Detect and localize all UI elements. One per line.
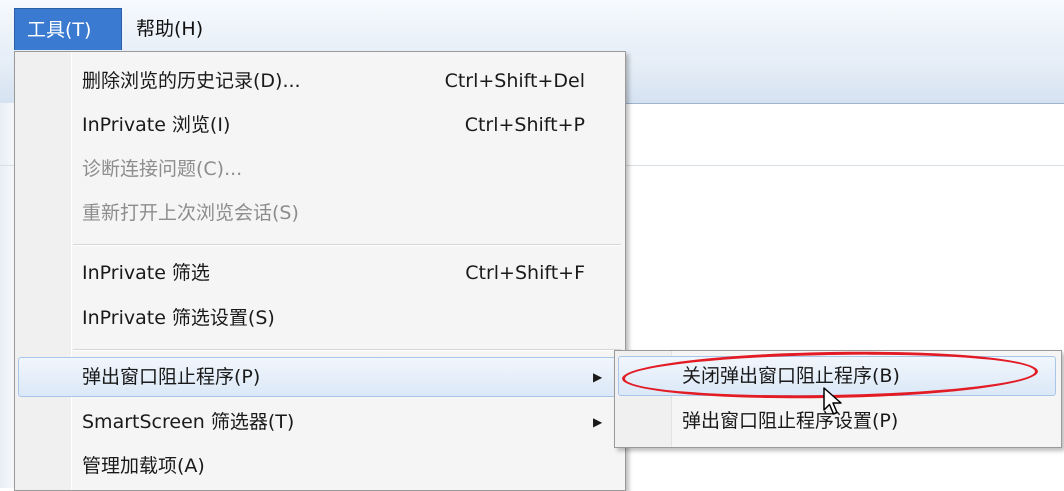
menu-item-inprivate-filtering[interactable]: InPrivate 筛选 Ctrl+Shift+F: [15, 252, 625, 294]
menu-item-label: InPrivate 筛选设置(S): [82, 307, 275, 329]
menu-item-shortcut: Ctrl+Shift+F: [465, 262, 585, 284]
menu-help[interactable]: 帮助(H): [124, 8, 215, 50]
menu-separator: [73, 244, 621, 246]
menu-item-delete-history[interactable]: 删除浏览的历史记录(D)... Ctrl+Shift+Del: [15, 60, 625, 102]
submenu-arrow-icon: ▶: [593, 370, 603, 384]
menu-item-inprivate-browsing[interactable]: InPrivate 浏览(I) Ctrl+Shift+P: [15, 104, 625, 146]
tools-dropdown-menu: 删除浏览的历史记录(D)... Ctrl+Shift+Del InPrivate…: [14, 51, 626, 491]
menu-item-reopen-last-session: 重新打开上次浏览会话(S): [15, 192, 625, 234]
submenu-arrow-icon: ▶: [593, 415, 603, 429]
menu-item-label: 弹出窗口阻止程序(P): [82, 366, 261, 388]
menu-item-label: 重新打开上次浏览会话(S): [82, 202, 299, 224]
menu-item-label: SmartScreen 筛选器(T): [82, 411, 295, 433]
menu-item-label: 删除浏览的历史记录(D)...: [82, 70, 301, 92]
menu-separator: [73, 349, 621, 351]
menu-item-label: InPrivate 筛选: [82, 262, 210, 284]
menu-item-manage-addons[interactable]: 管理加载项(A): [15, 445, 625, 487]
menu-item-shortcut: Ctrl+Shift+P: [464, 114, 585, 136]
mouse-cursor-icon: [823, 387, 842, 415]
menu-item-label: InPrivate 浏览(I): [82, 114, 231, 136]
window-left-edge: [0, 103, 14, 488]
menu-tools[interactable]: 工具(T): [14, 8, 122, 50]
menu-item-label: 诊断连接问题(C)...: [82, 158, 243, 180]
menu-item-shortcut: Ctrl+Shift+Del: [444, 70, 585, 92]
menu-item-diagnose-connection: 诊断连接问题(C)...: [15, 148, 625, 190]
menu-bar: 工具(T) 帮助(H): [0, 0, 1064, 57]
menu-item-popup-blocker[interactable]: 弹出窗口阻止程序(P) ▶: [15, 356, 625, 398]
menu-item-label: 管理加载项(A): [82, 455, 205, 477]
menu-item-smartscreen-filter[interactable]: SmartScreen 筛选器(T) ▶: [15, 401, 625, 443]
menu-item-label: 弹出窗口阻止程序设置(P): [682, 410, 899, 432]
menu-item-inprivate-filtering-settings[interactable]: InPrivate 筛选设置(S): [15, 297, 625, 339]
